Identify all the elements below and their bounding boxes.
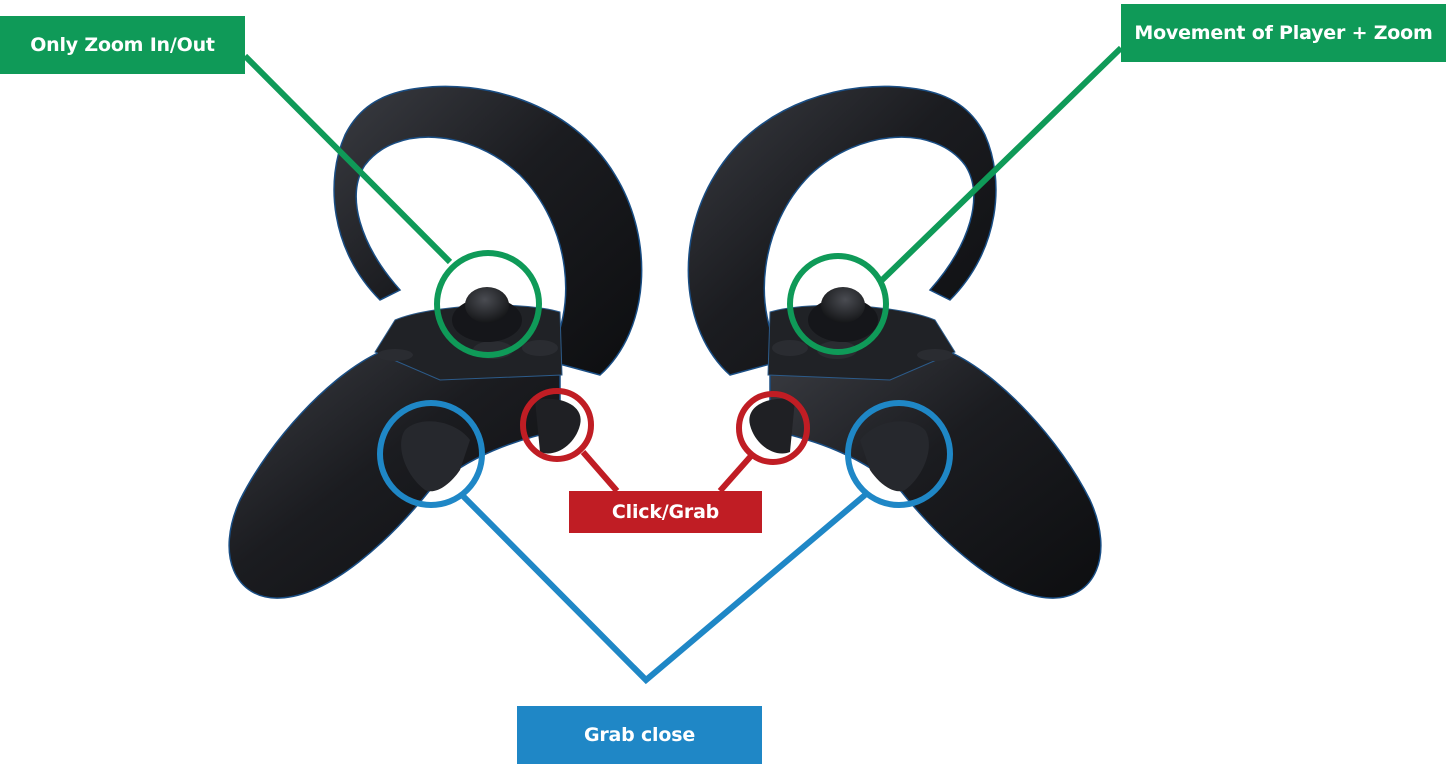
grip-label: Grab close [517,706,762,764]
left-menu-button [377,349,413,361]
left-y-button [522,340,558,356]
left-controller-handle [228,348,561,599]
controller-diagram [228,45,1124,685]
right-thumbstick-leader [877,45,1124,285]
trigger-label: Click/Grab [569,491,762,533]
right-trigger-leader [717,454,754,493]
right-controller-handle [769,348,1102,599]
right-thumbstick-cap [821,287,865,323]
right-trigger [749,398,795,454]
left-thumbstick-cap [465,287,509,323]
left-thumbstick-label: Only Zoom In/Out [0,16,245,74]
right-b-button [772,340,808,356]
left-trigger [535,398,581,454]
left-trigger-leader [580,450,620,493]
right-thumbstick-label: Movement of Player + Zoom [1121,4,1446,62]
right-oculus-button [917,349,953,361]
